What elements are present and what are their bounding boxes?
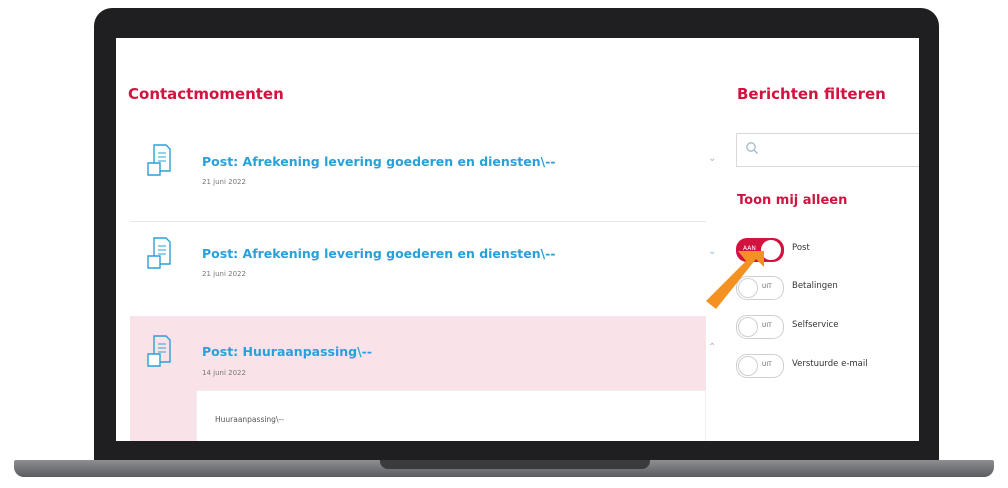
toggle-state: UIT	[762, 361, 772, 368]
document-icon	[147, 335, 171, 367]
document-icon	[147, 237, 171, 269]
filter-title: Berichten filteren	[737, 85, 886, 103]
search-input[interactable]	[736, 133, 919, 167]
pointer-arrow-icon	[706, 251, 764, 309]
toggle-label: Betalingen	[792, 281, 838, 291]
toggle-label: Selfservice	[792, 320, 839, 330]
document-icon	[147, 144, 171, 176]
laptop-notch	[380, 460, 650, 469]
item-title[interactable]: Post: Afrekening levering goederen en di…	[202, 246, 556, 261]
message-body: Huuraanpassing\--	[196, 390, 706, 441]
toggle-knob	[738, 317, 758, 337]
contact-moments-title: Contactmomenten	[128, 85, 284, 103]
toggle-switch[interactable]: UIT	[736, 354, 784, 378]
item-date: 21 juni 2022	[202, 270, 246, 278]
item-date: 14 juni 2022	[202, 369, 246, 377]
list-item[interactable]: Post: Afrekening levering goederen en di…	[130, 221, 716, 316]
search-icon	[746, 142, 758, 154]
toggle-state: UIT	[762, 322, 772, 329]
item-title[interactable]: Post: Huuraanpassing\--	[202, 344, 372, 359]
toggle-label: Verstuurde e-mail	[792, 359, 868, 369]
chevron-down-icon[interactable]: ⌄	[708, 153, 716, 164]
toggle-row-verstuurde-email[interactable]: UIT Verstuurde e-mail	[736, 354, 906, 378]
app-screen: Contactmomenten Post: Afrekening leverin…	[116, 38, 919, 441]
item-title[interactable]: Post: Afrekening levering goederen en di…	[202, 154, 556, 169]
list-item[interactable]: Post: Afrekening levering goederen en di…	[130, 133, 716, 221]
filter-subheading: Toon mij alleen	[737, 193, 848, 208]
toggle-knob	[738, 356, 758, 376]
message-body-text: Huuraanpassing\--	[215, 415, 284, 424]
toggle-label: Post	[792, 243, 810, 253]
chevron-up-icon[interactable]: ⌃	[708, 342, 716, 353]
item-date: 21 juni 2022	[202, 178, 246, 186]
